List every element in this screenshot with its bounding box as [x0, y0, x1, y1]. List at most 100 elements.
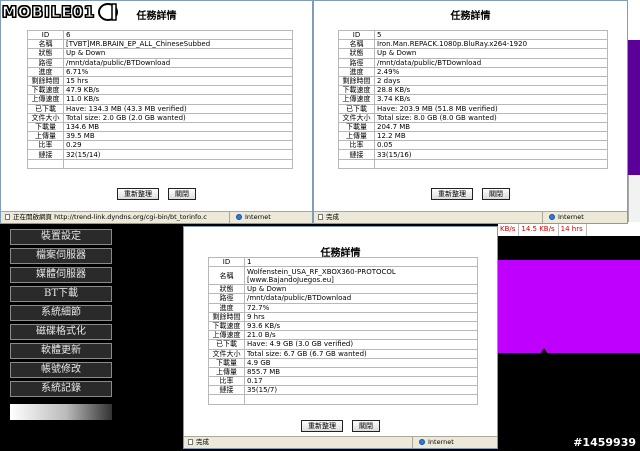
- status-zone: Internet: [542, 212, 627, 223]
- key-upload-amount: 上傳量: [338, 131, 375, 142]
- value-path: /mnt/data/public/BTDownload: [63, 57, 293, 68]
- table-row: 鏈接 33(15/16): [338, 149, 608, 160]
- menu-gradient-bar: [10, 404, 112, 420]
- key-progress: 進度: [338, 66, 375, 77]
- menu-device-settings[interactable]: 裝置設定: [10, 229, 112, 245]
- key-id: ID: [27, 29, 64, 41]
- background-window-scrollbar[interactable]: [628, 175, 640, 222]
- torrent-cell: 14 hrs: [559, 222, 587, 236]
- task-detail-table: ID 5 名稱 Iron.Man.REPACK.1080p.BluRay.x264-…: [338, 29, 608, 169]
- close-button[interactable]: 關閉: [168, 188, 197, 200]
- task-detail-window-3: 任務詳情 ID 1 名稱 Wolfenstein_USA_RF_XBOX360-PR…: [183, 226, 498, 449]
- table-row: 文件大小 Total size: 2.0 GB (2.0 GB wanted): [27, 112, 293, 123]
- key-id: ID: [208, 256, 245, 268]
- table-row: 上傳速度 11.0 KB/s: [27, 94, 293, 105]
- torrent-cell: KB/s: [498, 222, 520, 236]
- table-row: 上傳速度 21.0 B/s: [208, 330, 478, 341]
- key-links: 鏈接: [208, 385, 245, 396]
- table-row: 上傳量 12.2 MB: [338, 131, 608, 142]
- table-row: 剩餘時間 2 days: [338, 75, 608, 87]
- table-row: 狀態 Up & Down: [27, 48, 293, 59]
- value-file-size: Total size: 2.0 GB (2.0 GB wanted): [63, 112, 293, 123]
- internet-zone: Internet: [549, 212, 584, 223]
- value-download-amount: 134.6 MB: [63, 121, 293, 133]
- table-row: 路徑/mnt/data/public/BTDownload: [208, 293, 478, 304]
- key-links: 鏈接: [27, 149, 64, 160]
- status-zone: Internet: [229, 212, 312, 223]
- menu-file-server[interactable]: 檔案伺服器: [10, 248, 112, 264]
- menu-account-edit[interactable]: 帳號修改: [10, 362, 112, 378]
- value-name: Wolfenstein_USA_RF_XBOX360-PROTOCOL [www.…: [244, 266, 478, 286]
- table-row: 路徑/mnt/data/public/BTDownload: [338, 57, 608, 68]
- key-name: 名稱: [27, 39, 64, 50]
- page-icon: [318, 214, 323, 220]
- refresh-button[interactable]: 重新整理: [430, 188, 473, 200]
- key-down-speed: 下載速度: [27, 85, 64, 96]
- key-up-speed: 上傳速度: [338, 94, 375, 105]
- table-row: 上傳量 39.5 MB: [27, 131, 293, 142]
- table-row: 路徑/mnt/data/public/BTDownload: [27, 57, 293, 68]
- value-name: [TVBT]MR.BRAIN_EP_ALL_ChineseSubbed: [63, 39, 293, 50]
- table-row: 下載速度 93.6 KB/s: [208, 320, 478, 332]
- table-row: [27, 158, 293, 169]
- table-row: 比率 0.29: [27, 140, 293, 151]
- refresh-button[interactable]: 重新整理: [116, 188, 159, 200]
- internet-zone: Internet: [419, 437, 454, 448]
- value-progress: 2.49%: [374, 66, 608, 77]
- table-row: 狀態 Up & Down: [338, 48, 608, 59]
- key-down-speed: 下載速度: [338, 85, 375, 96]
- key-ratio: 比率: [338, 140, 375, 151]
- table-row: 比率 0.17: [208, 376, 478, 387]
- table-row: 文件大小 Total size: 8.0 GB (8.0 GB wanted): [338, 112, 608, 123]
- key-remaining: 剩餘時間: [27, 75, 64, 87]
- table-row: 文件大小 Total size: 6.7 GB (6.7 GB wanted): [208, 348, 478, 359]
- status-bar: 完成 Internet: [314, 211, 627, 223]
- key-downloaded: 已下載: [338, 103, 375, 114]
- menu-software-update[interactable]: 軟體更新: [10, 343, 112, 359]
- status-bar: 完成 Internet: [184, 436, 497, 448]
- torrent-page-dark-band: [498, 236, 640, 260]
- close-button[interactable]: 關閉: [482, 188, 511, 200]
- menu-bt-download[interactable]: BT下載: [10, 286, 112, 302]
- table-row: 名稱 Iron.Man.REPACK.1080p.BluRay.x264-1920: [338, 39, 608, 50]
- table-row: 名稱 Wolfenstein_USA_RF_XBOX360-PROTOCOL [ww…: [208, 266, 478, 286]
- window-title: 任務詳情: [450, 11, 491, 22]
- close-button[interactable]: 關閉: [352, 420, 381, 432]
- key-path: 路徑: [27, 57, 64, 68]
- value-download-amount: 4.9 GB: [244, 357, 478, 368]
- key-down-speed: 下載速度: [208, 320, 245, 332]
- table-row: [208, 394, 478, 405]
- torrent-row: KB/s 14.5 KB/s 14 hrs: [498, 222, 640, 236]
- refresh-button[interactable]: 重新整理: [300, 420, 343, 432]
- key-file-size: 文件大小: [208, 348, 245, 359]
- key-status: 狀態: [27, 48, 64, 59]
- status-text: 完成: [316, 212, 339, 223]
- key-id: ID: [338, 29, 375, 41]
- key-upload-amount: 上傳量: [27, 131, 64, 142]
- globe-icon: [419, 439, 425, 445]
- value-down-speed: 47.9 KB/s: [63, 85, 293, 96]
- globe-icon: [549, 214, 555, 220]
- table-row: 剩餘時間 9 hrs: [208, 311, 478, 322]
- value-file-size: Total size: 6.7 GB (6.7 GB wanted): [244, 348, 478, 359]
- torrent-cell: 14.5 KB/s: [519, 222, 559, 236]
- value-downloaded: Have: 134.3 MB (43.3 MB verified): [63, 103, 293, 114]
- value-up-speed: 21.0 B/s: [244, 330, 478, 341]
- key-status: 狀態: [338, 48, 375, 59]
- menu-disk-format[interactable]: 磁碟格式化: [10, 324, 112, 340]
- value-ratio: 0.17: [244, 376, 478, 387]
- menu-system-details[interactable]: 系統細節: [10, 305, 112, 321]
- menu-media-server[interactable]: 媒體伺服器: [10, 267, 112, 283]
- value-file-size: Total size: 8.0 GB (8.0 GB wanted): [374, 112, 608, 123]
- table-row: 已下載 Have: 203.9 MB (51.8 MB verified): [338, 103, 608, 114]
- task-detail-table: ID 6 名稱 [TVBT]MR.BRAIN_EP_ALL_ChineseSubbe…: [27, 29, 293, 169]
- value-progress: 72.7%: [244, 302, 478, 313]
- menu-system-log[interactable]: 系統記錄: [10, 381, 112, 397]
- key-file-size: 文件大小: [27, 112, 64, 123]
- key-download-amount: 下載量: [27, 121, 64, 133]
- value-path: /mnt/data/public/BTDownload: [244, 293, 478, 304]
- value-name: Iron.Man.REPACK.1080p.BluRay.x264-1920: [374, 39, 608, 50]
- value-links: 35(15/7): [244, 385, 478, 396]
- table-row: 進度 72.7%: [208, 302, 478, 313]
- table-row: [338, 158, 608, 169]
